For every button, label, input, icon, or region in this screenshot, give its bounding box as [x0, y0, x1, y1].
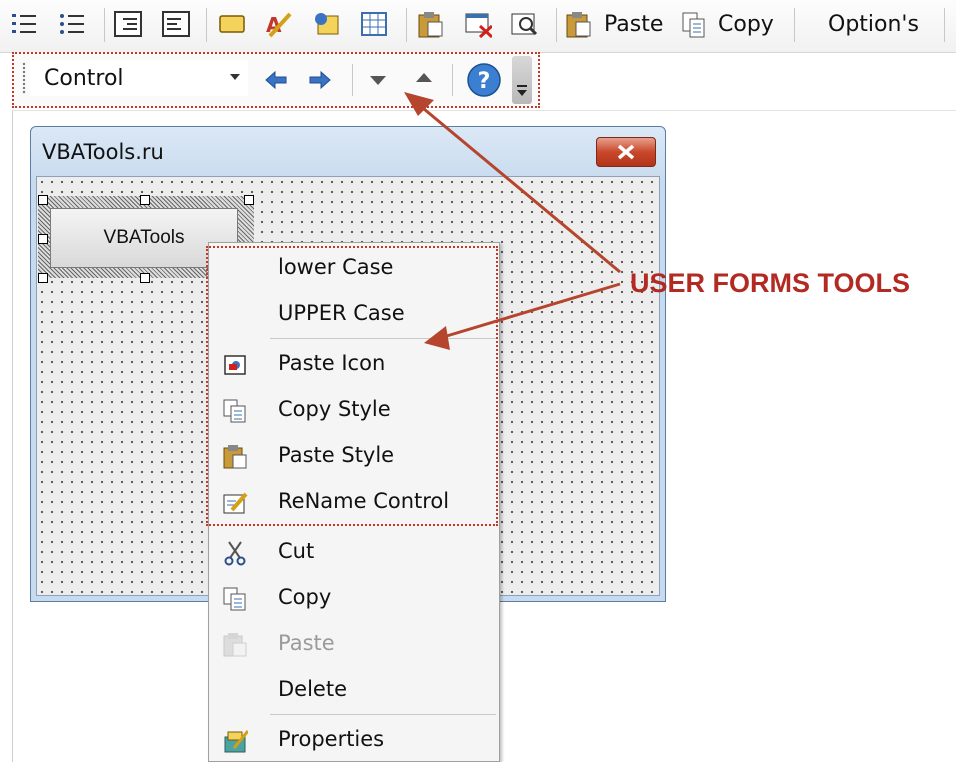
annotation-arrows — [404, 92, 621, 350]
annotation-label: USER FORMS TOOLS — [630, 268, 911, 298]
